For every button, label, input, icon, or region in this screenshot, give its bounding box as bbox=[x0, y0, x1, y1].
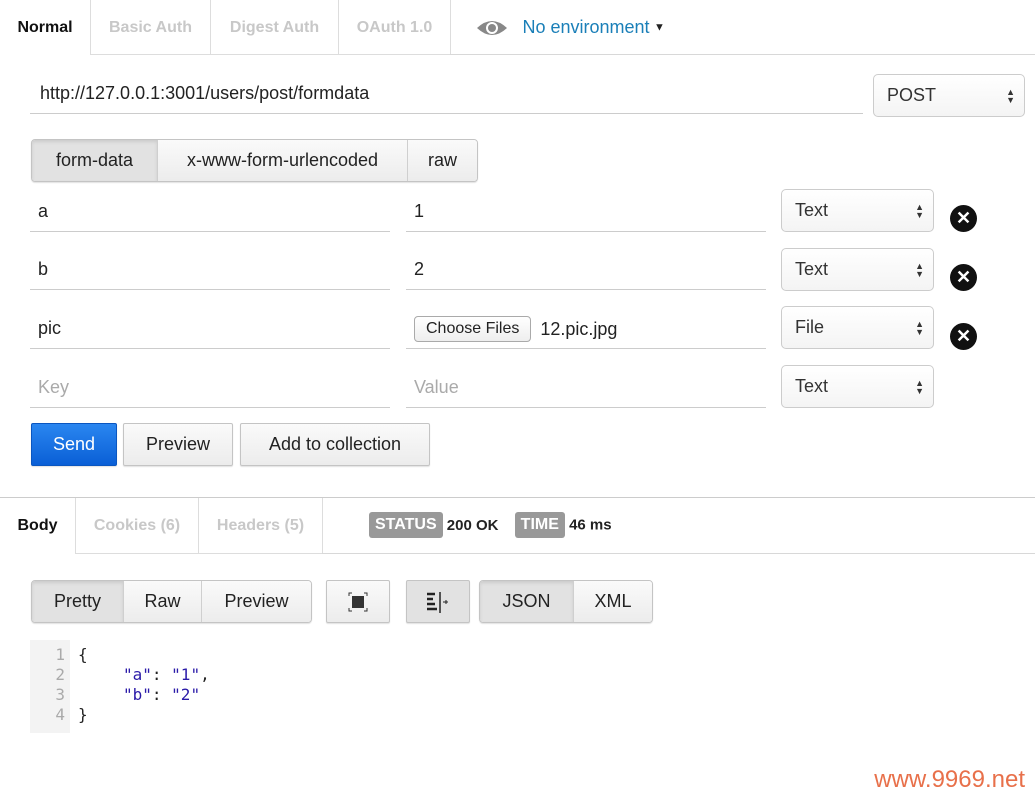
add-to-collection-button[interactable]: Add to collection bbox=[240, 423, 430, 466]
response-status: STATUS 200 OK TIME 46 ms bbox=[369, 512, 612, 538]
wrap-lines-button[interactable] bbox=[406, 580, 470, 623]
caret-down-icon: ▼ bbox=[653, 21, 665, 34]
format-json[interactable]: JSON bbox=[480, 581, 573, 622]
line-numbers: 1 2 3 4 bbox=[30, 640, 70, 733]
line-number: 1 bbox=[55, 645, 65, 664]
tab-body[interactable]: Body bbox=[0, 498, 75, 554]
line-number: 2 bbox=[55, 665, 65, 684]
view-mode-group: Pretty Raw Preview bbox=[31, 580, 312, 623]
new-value-input[interactable]: Value bbox=[406, 366, 766, 408]
view-raw[interactable]: Raw bbox=[123, 581, 201, 622]
key-input[interactable]: a bbox=[30, 190, 390, 232]
choose-files-button[interactable]: Choose Files bbox=[414, 316, 532, 343]
file-name: 12.pic.jpg bbox=[540, 319, 618, 340]
type-value: Text bbox=[795, 376, 829, 396]
environment-label: No environment bbox=[522, 17, 650, 37]
select-arrows-icon: ▲ ▼ bbox=[915, 378, 924, 396]
key-input[interactable]: b bbox=[30, 248, 390, 290]
key-input[interactable]: pic bbox=[30, 307, 390, 349]
tab-digest-auth[interactable]: Digest Auth bbox=[210, 0, 338, 55]
tab-headers[interactable]: Headers (5) bbox=[198, 498, 322, 554]
environment-selector[interactable]: No environment ▼ bbox=[476, 17, 665, 38]
select-arrows-icon: ▲ ▼ bbox=[915, 261, 924, 279]
mode-raw[interactable]: raw bbox=[407, 140, 477, 181]
mode-form-data[interactable]: form-data bbox=[32, 140, 157, 181]
type-value: Text bbox=[795, 259, 829, 279]
time-value: 46 ms bbox=[569, 516, 612, 534]
delete-row-icon[interactable]: ✕ bbox=[950, 205, 977, 232]
format-xml[interactable]: XML bbox=[573, 581, 652, 622]
select-arrows-icon: ▲ ▼ bbox=[1006, 87, 1015, 105]
code-line: { bbox=[78, 645, 88, 664]
wrap-lines-icon bbox=[427, 592, 448, 613]
type-select[interactable]: File ▲ ▼ bbox=[781, 306, 934, 349]
select-arrows-icon: ▲ ▼ bbox=[915, 319, 924, 337]
delete-row-icon[interactable]: ✕ bbox=[950, 264, 977, 291]
send-button[interactable]: Send bbox=[31, 423, 117, 466]
preview-button[interactable]: Preview bbox=[123, 423, 233, 466]
status-badge: STATUS bbox=[369, 512, 443, 538]
file-value: Choose Files 12.pic.jpg bbox=[406, 307, 766, 349]
type-select[interactable]: Text ▲ ▼ bbox=[781, 365, 934, 408]
value-input[interactable]: 1 bbox=[406, 190, 766, 232]
value-input[interactable]: 2 bbox=[406, 248, 766, 290]
tab-normal[interactable]: Normal bbox=[0, 0, 90, 55]
tab-oauth[interactable]: OAuth 1.0 bbox=[338, 0, 450, 55]
code-line: "b": "2" bbox=[123, 685, 201, 704]
fullscreen-icon bbox=[348, 592, 368, 612]
status-value: 200 OK bbox=[446, 516, 499, 534]
tab-basic-auth[interactable]: Basic Auth bbox=[90, 0, 210, 55]
eye-icon bbox=[477, 20, 507, 35]
code-line: "a": "1", bbox=[123, 665, 210, 684]
watermark: www.9969.net bbox=[874, 766, 1025, 793]
body-mode-group: form-data x-www-form-urlencoded raw bbox=[31, 139, 478, 182]
type-value: Text bbox=[795, 200, 829, 220]
mode-urlencoded[interactable]: x-www-form-urlencoded bbox=[157, 140, 407, 181]
type-select[interactable]: Text ▲ ▼ bbox=[781, 189, 934, 232]
line-number: 3 bbox=[55, 685, 65, 704]
fullscreen-button[interactable] bbox=[326, 580, 390, 623]
tab-cookies[interactable]: Cookies (6) bbox=[75, 498, 198, 554]
view-preview[interactable]: Preview bbox=[201, 581, 311, 622]
select-arrows-icon: ▲ ▼ bbox=[915, 202, 924, 220]
response-body: { "a": "1", "b": "2" } bbox=[78, 645, 210, 725]
method-select[interactable]: POST ▲ ▼ bbox=[873, 74, 1025, 117]
type-value: File bbox=[795, 317, 825, 337]
line-number: 4 bbox=[55, 705, 65, 724]
view-pretty[interactable]: Pretty bbox=[32, 581, 123, 622]
url-input[interactable]: http://127.0.0.1:3001/users/post/formdat… bbox=[30, 72, 863, 114]
delete-row-icon[interactable]: ✕ bbox=[950, 323, 977, 350]
format-group: JSON XML bbox=[479, 580, 653, 623]
type-select[interactable]: Text ▲ ▼ bbox=[781, 248, 934, 291]
time-badge: TIME bbox=[514, 512, 565, 538]
code-line: } bbox=[78, 705, 88, 724]
new-key-input[interactable]: Key bbox=[30, 366, 390, 408]
method-value: POST bbox=[887, 85, 937, 105]
